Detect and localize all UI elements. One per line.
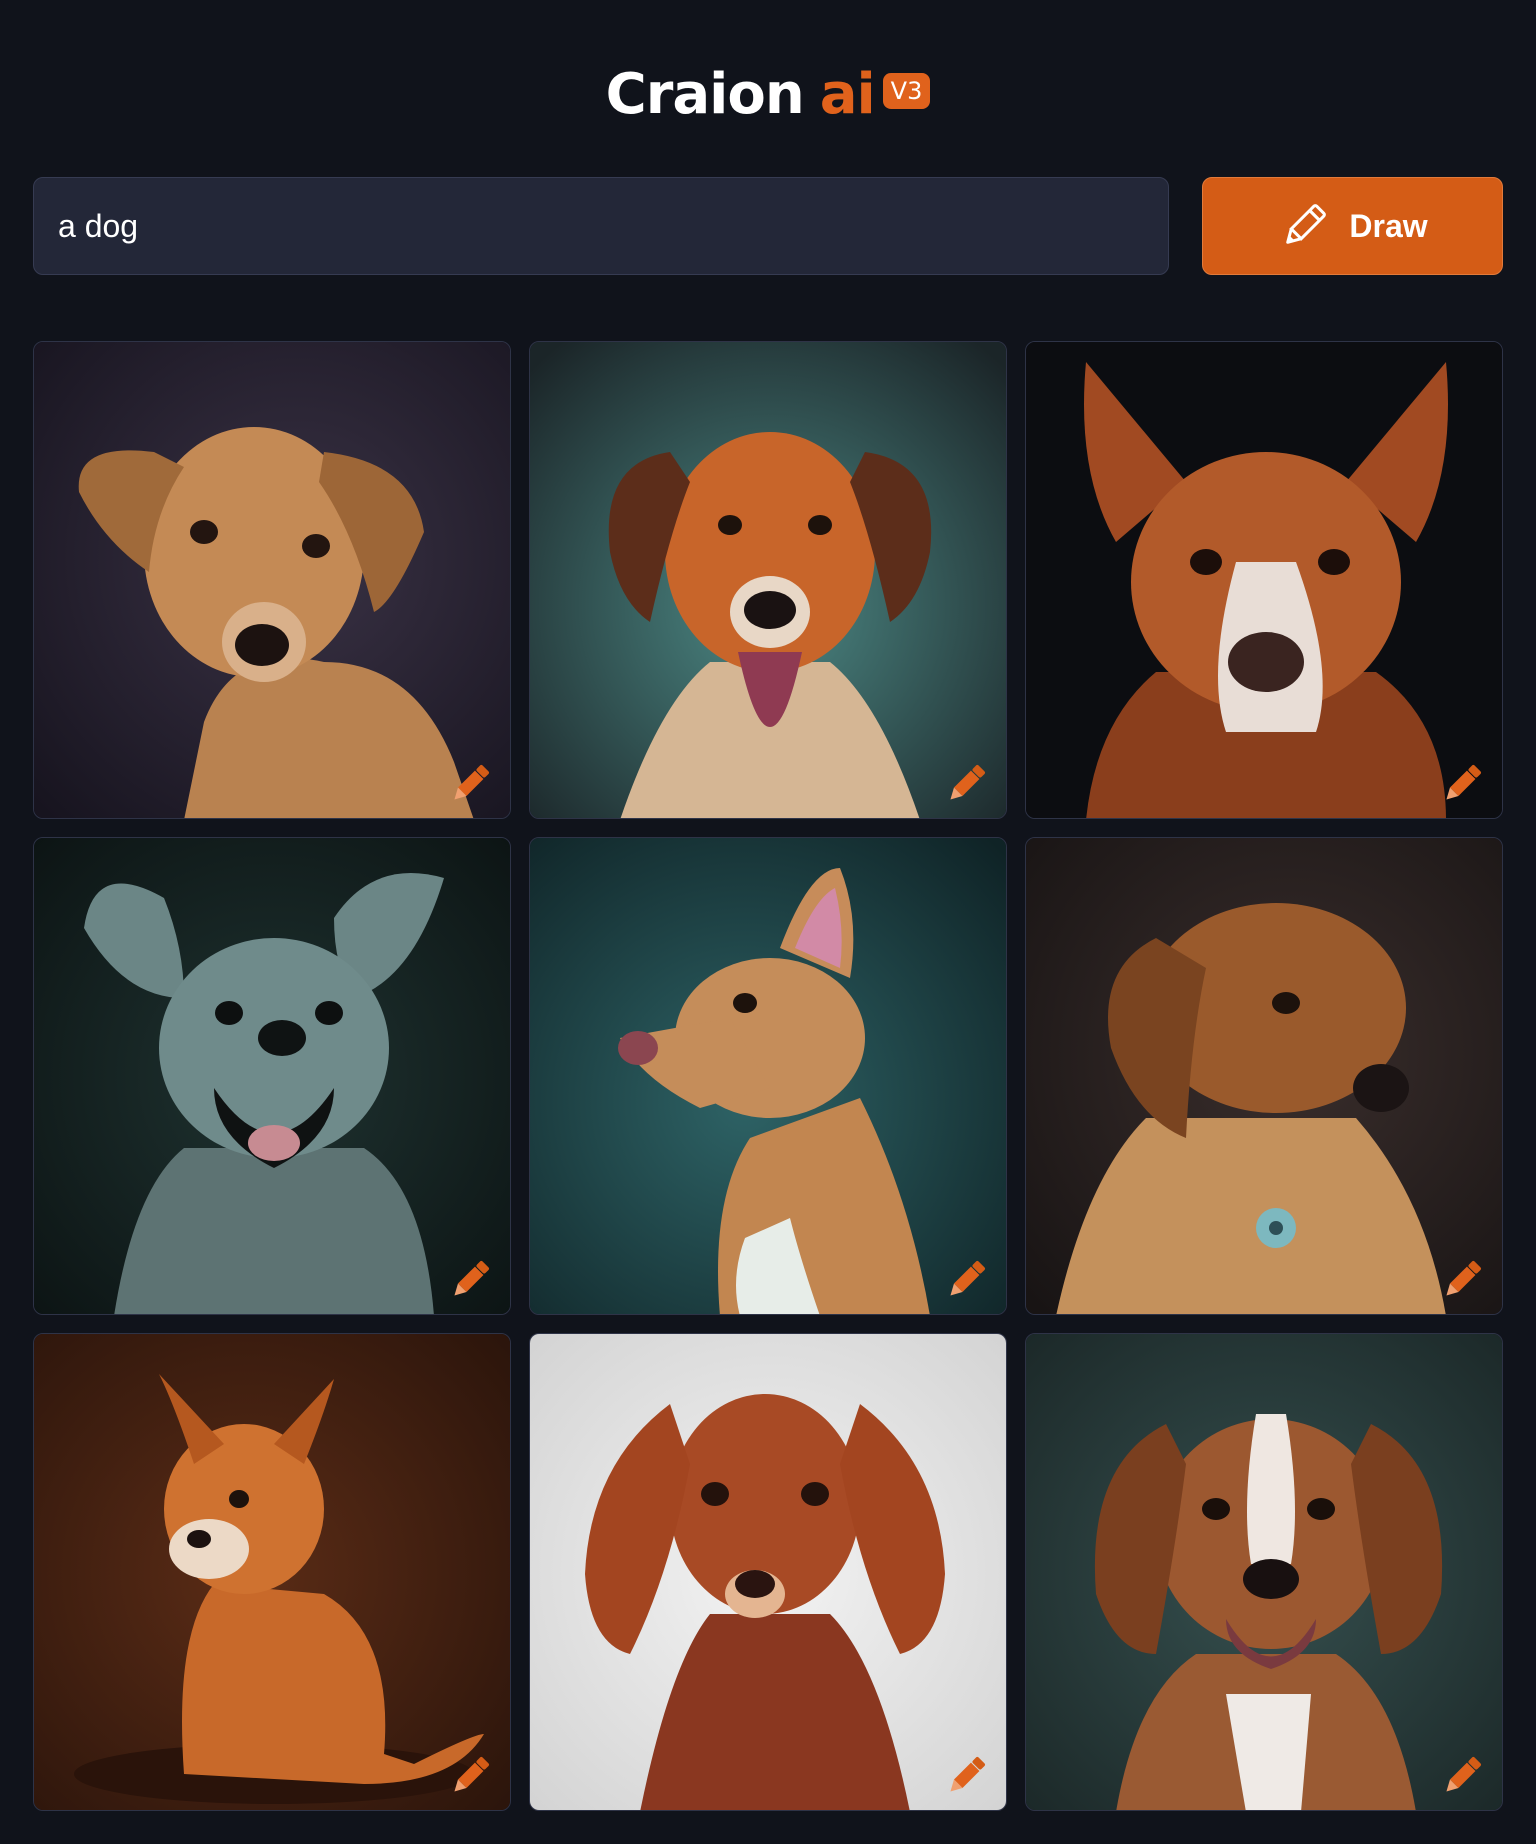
logo[interactable]: Craion ai V3 — [606, 62, 931, 127]
image-grid — [33, 341, 1503, 1811]
pencil-edit-icon[interactable] — [1438, 1752, 1486, 1800]
pencil-icon — [1277, 199, 1331, 253]
logo-ai: ai — [819, 61, 876, 127]
dog-image-1[interactable] — [33, 341, 511, 819]
pencil-edit-icon[interactable] — [446, 1256, 494, 1304]
draw-button[interactable]: Draw — [1202, 177, 1503, 275]
pencil-edit-icon[interactable] — [942, 1752, 990, 1800]
header: Craion ai V3 — [0, 58, 1536, 130]
draw-button-label: Draw — [1349, 207, 1428, 244]
pencil-edit-icon[interactable] — [446, 760, 494, 808]
dog-image-9[interactable] — [1025, 1333, 1503, 1811]
dog-image-8[interactable] — [529, 1333, 1007, 1811]
pencil-edit-icon[interactable] — [446, 1752, 494, 1800]
pencil-edit-icon[interactable] — [942, 1256, 990, 1304]
dog-image-4[interactable] — [33, 837, 511, 1315]
prompt-row: Draw — [33, 177, 1503, 275]
pencil-edit-icon[interactable] — [942, 760, 990, 808]
version-badge: V3 — [882, 73, 931, 109]
logo-text: Craion — [605, 61, 805, 127]
dog-image-5[interactable] — [529, 837, 1007, 1315]
dog-image-3[interactable] — [1025, 341, 1503, 819]
dog-image-6[interactable] — [1025, 837, 1503, 1315]
prompt-input[interactable] — [33, 177, 1169, 275]
pencil-edit-icon[interactable] — [1438, 1256, 1486, 1304]
dog-image-7[interactable] — [33, 1333, 511, 1811]
dog-image-2[interactable] — [529, 341, 1007, 819]
pencil-edit-icon[interactable] — [1438, 760, 1486, 808]
